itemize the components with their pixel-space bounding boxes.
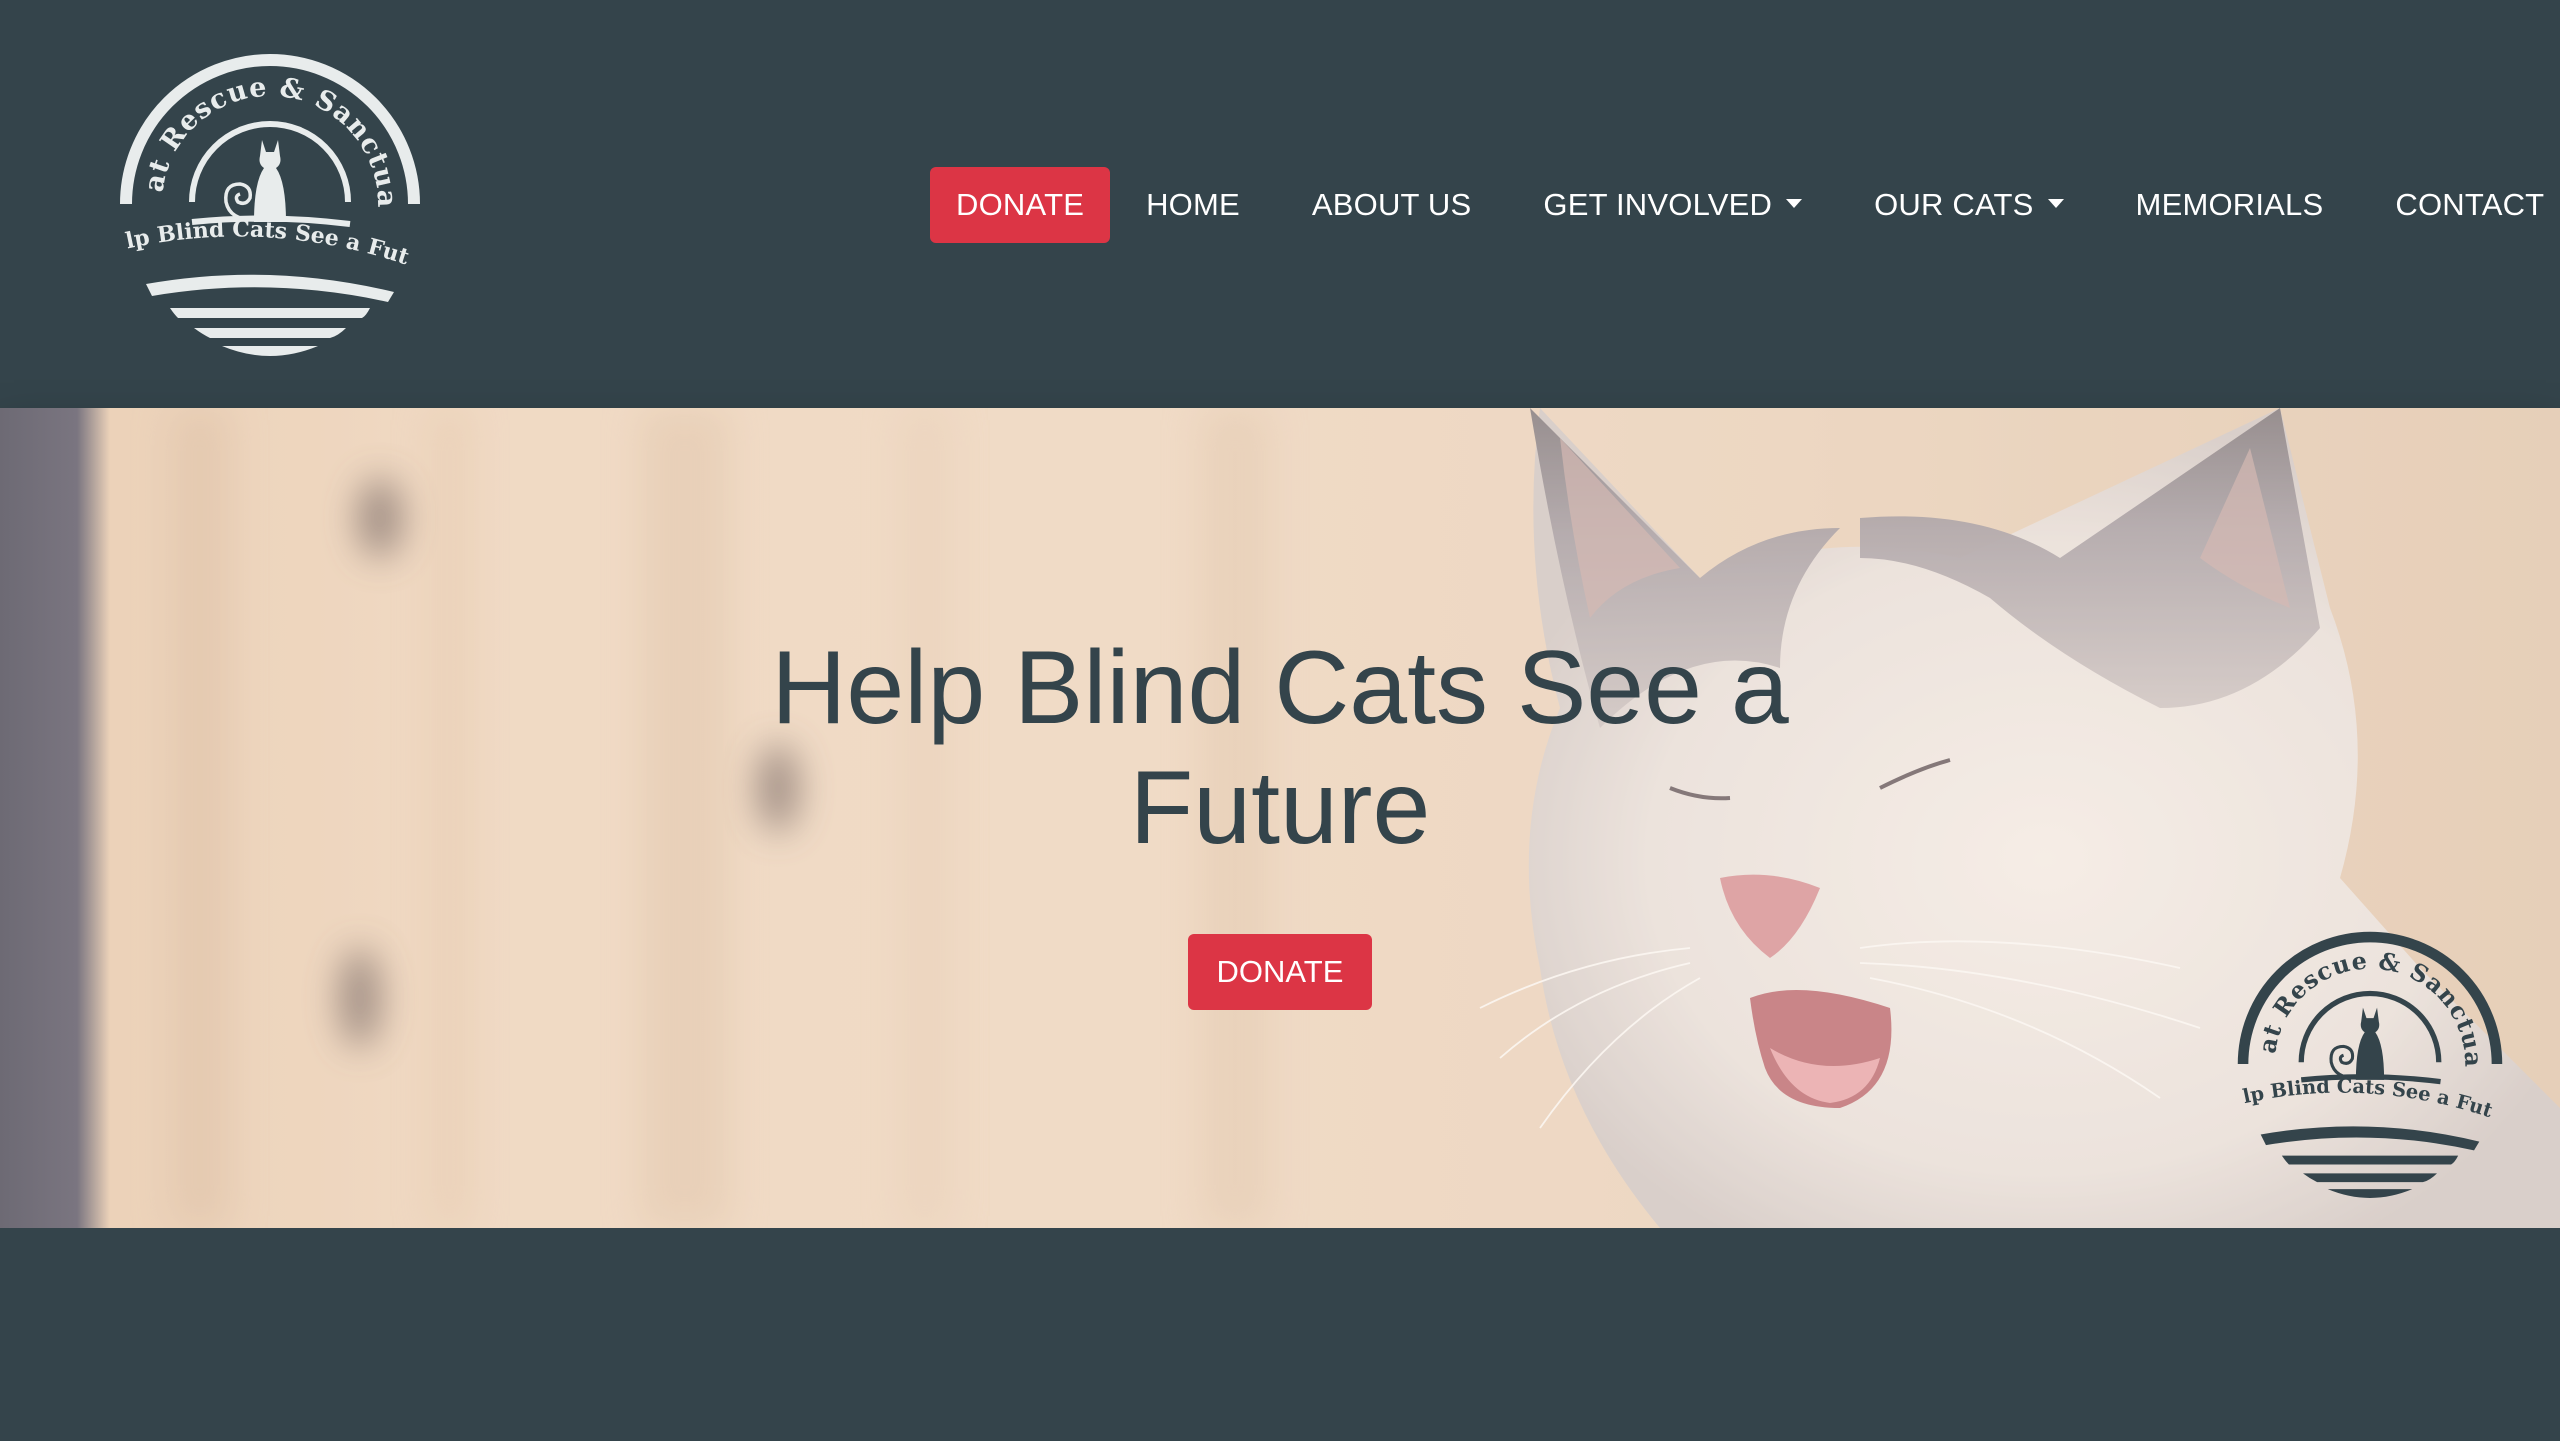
nav-item-label: HOME <box>1146 187 1240 222</box>
hero-logo-icon: Blind Cat Rescue & Sanctuary Inc. Help B… <box>2226 908 2503 1198</box>
nav-item-home[interactable]: HOME <box>1110 167 1276 243</box>
nav-item-memorials[interactable]: MEMORIALS <box>2100 167 2360 243</box>
nav-item-label: GET INVOLVED <box>1543 187 1773 222</box>
hero-donate-label: DONATE <box>1216 954 1344 989</box>
nav-item-contact[interactable]: CONTACT <box>2359 167 2544 243</box>
hero-banner: Help Blind Cats See a Future DONATE Blin… <box>0 408 2560 1228</box>
nav-item-label: OUR CATS <box>1874 187 2034 222</box>
hero-donate-button[interactable]: DONATE <box>1188 934 1372 1010</box>
caret-down-icon <box>1786 198 1803 208</box>
hero-left-shadow <box>0 408 110 1228</box>
nav-donate-label: DONATE <box>956 187 1085 222</box>
nav-item-label: CONTACT <box>2395 187 2545 222</box>
hero-title: Help Blind Cats See a Future <box>771 630 1789 866</box>
site-header: Blind Cat Rescue & Sanctuary Inc. Help B… <box>0 0 2560 408</box>
nav-item-label: MEMORIALS <box>2135 187 2324 222</box>
nav-item-get-involved[interactable]: GET INVOLVED <box>1507 167 1838 243</box>
page-bottom-area <box>0 1228 2560 1441</box>
site-logo[interactable]: Blind Cat Rescue & Sanctuary Inc. Help B… <box>106 28 422 356</box>
site-logo-icon: Blind Cat Rescue & Sanctuary Inc. Help B… <box>106 28 420 356</box>
nav-donate-button[interactable]: DONATE <box>930 167 1111 243</box>
nav-item-label: ABOUT US <box>1311 187 1472 222</box>
caret-down-icon <box>2047 198 2064 208</box>
nav-item-about-us[interactable]: ABOUT US <box>1276 167 1508 243</box>
nav-item-our-cats[interactable]: OUR CATS <box>1838 167 2099 243</box>
main-nav: DONATE HOME ABOUT US GET INVOLVED OUR CA… <box>930 166 2544 244</box>
hero-logo: Blind Cat Rescue & Sanctuary Inc. Help B… <box>2226 908 2504 1198</box>
